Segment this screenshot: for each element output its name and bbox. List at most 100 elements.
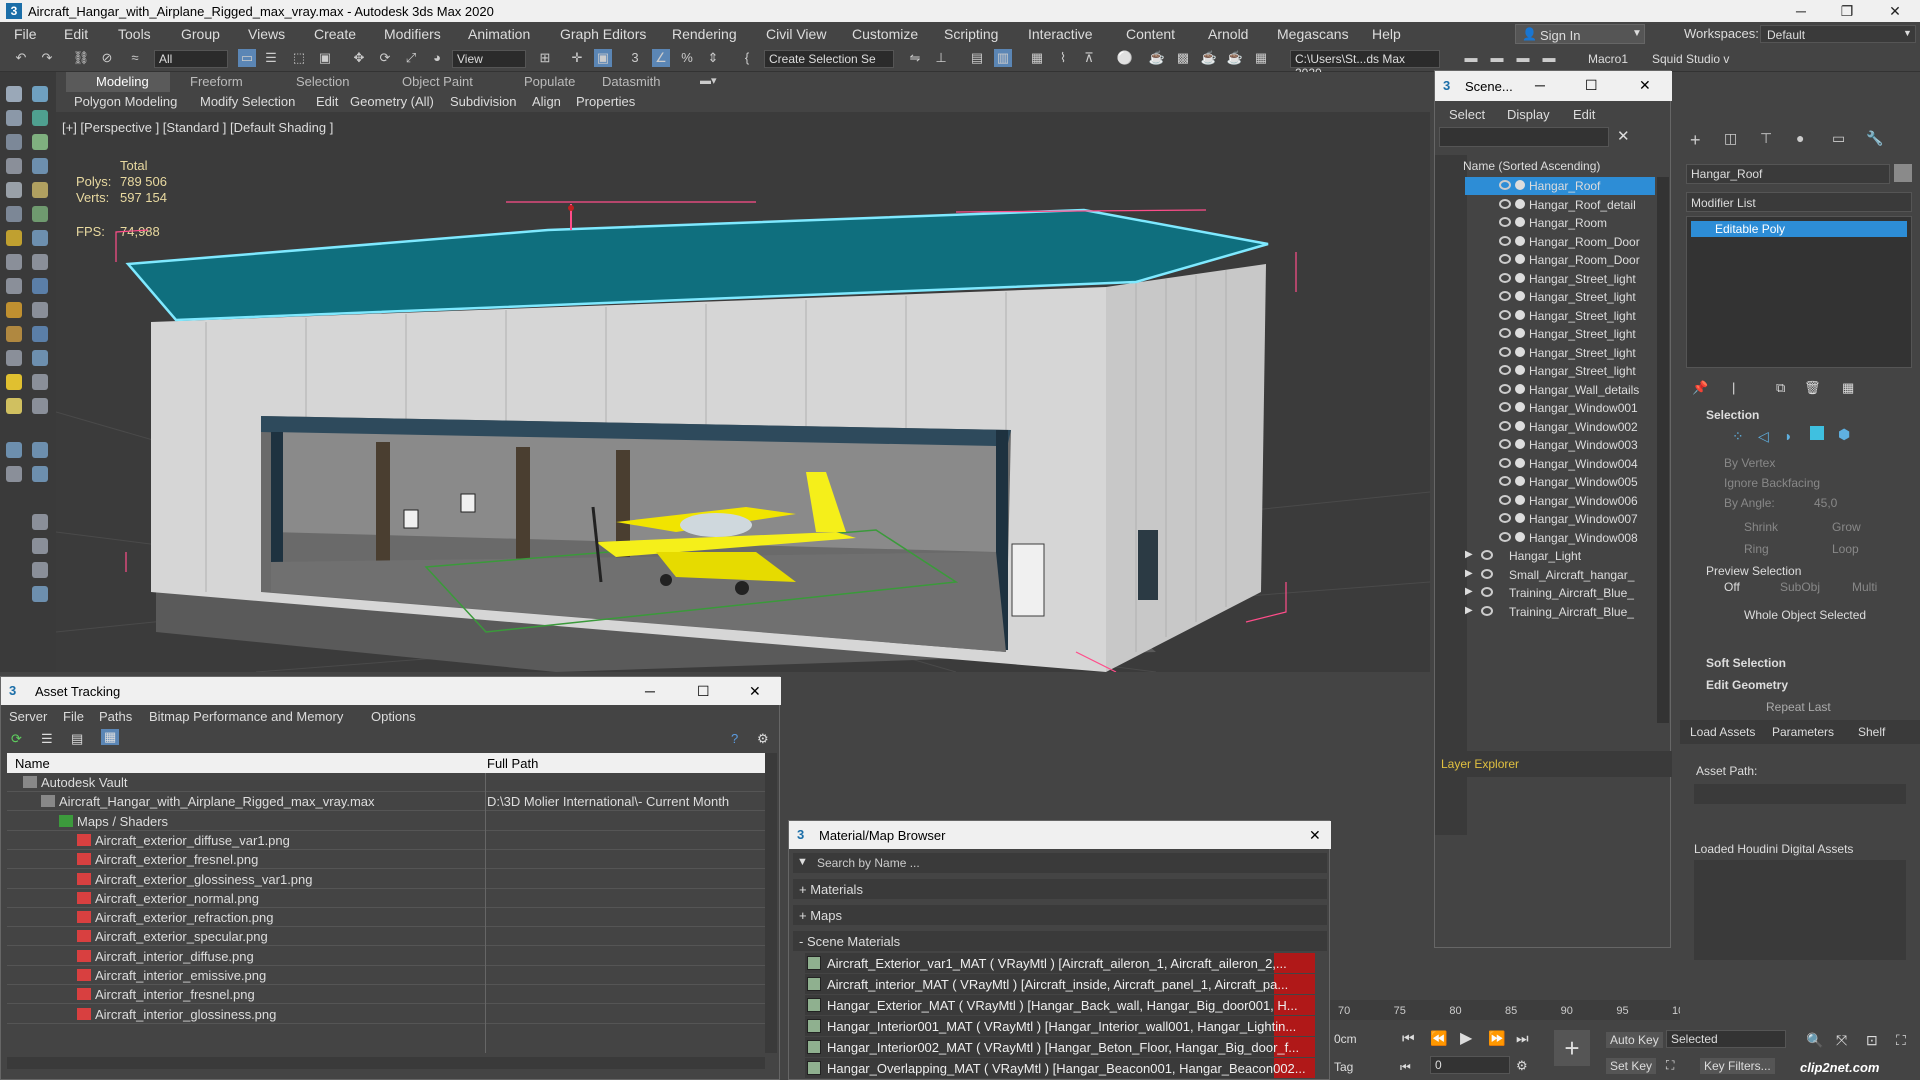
asset-row[interactable]: Aircraft_Hangar_with_Airplane_Rigged_max… xyxy=(7,792,765,812)
visibility-eye-icon[interactable] xyxy=(1499,402,1511,412)
sunlight-icon[interactable] xyxy=(6,374,22,390)
grid-view-icon[interactable]: ▦ xyxy=(101,729,120,745)
create-shape-icon[interactable] xyxy=(32,86,48,102)
freeze-dot-icon[interactable] xyxy=(1515,531,1525,542)
scene-object-row[interactable]: Hangar_Roof_detail xyxy=(1465,196,1655,214)
key-filters-button[interactable]: Key Filters... xyxy=(1700,1058,1775,1074)
select-manipulate-icon[interactable]: ✛ xyxy=(568,49,586,67)
sign-in-button[interactable]: 👤 Sign In ▼ xyxy=(1515,24,1645,44)
go-to-start-icon[interactable]: ⏮ xyxy=(1402,1030,1415,1047)
visibility-eye-icon[interactable] xyxy=(1499,309,1511,320)
minimize-icon[interactable]: ─ xyxy=(1778,0,1824,22)
move-icon[interactable]: ✥ xyxy=(350,49,368,67)
tab-datasmith[interactable]: Datasmith xyxy=(602,74,661,89)
freeze-dot-icon[interactable] xyxy=(1515,420,1525,431)
list-view-icon[interactable]: ☰ xyxy=(41,731,53,747)
capsule-icon[interactable] xyxy=(6,350,22,366)
squid-studio-button[interactable]: Squid Studio v xyxy=(1652,52,1729,66)
ring-button[interactable]: Ring xyxy=(1744,542,1769,556)
visibility-eye-icon[interactable] xyxy=(1499,180,1511,190)
motion-icon[interactable] xyxy=(6,182,22,198)
repeat-last-button[interactable]: Repeat Last xyxy=(1766,700,1831,714)
scene-scrollbar[interactable] xyxy=(1657,177,1669,723)
cylinder-icon[interactable] xyxy=(32,230,48,246)
create-tab-icon[interactable]: + xyxy=(1690,130,1701,151)
key-mode-icon[interactable]: ⏮ xyxy=(1400,1060,1411,1075)
selection-set-dropdown[interactable]: Selected xyxy=(1666,1030,1786,1048)
render-setup-icon[interactable]: ☕ xyxy=(1148,49,1166,67)
workspaces-dropdown[interactable]: Default ▼ xyxy=(1760,25,1916,43)
subtab-subdivision[interactable]: Subdivision xyxy=(450,94,517,109)
freeze-dot-icon[interactable] xyxy=(1515,291,1525,301)
scene-material-row[interactable]: Hangar_Exterior_MAT ( VRayMtl ) [Hangar_… xyxy=(805,995,1315,1015)
geosphere-icon[interactable] xyxy=(6,326,22,342)
material-search-input[interactable]: ▼ Search by Name ... xyxy=(793,853,1327,873)
preview-off-radio[interactable]: Off xyxy=(1724,580,1740,594)
freeze-dot-icon[interactable] xyxy=(1515,476,1525,486)
hierarchy-tab-icon[interactable]: ⊤ xyxy=(1760,130,1772,147)
scene-group-row[interactable]: ▶ Training_Aircraft_Blue_ xyxy=(1465,584,1655,602)
tab-selection[interactable]: Selection xyxy=(296,74,349,89)
freeze-dot-icon[interactable] xyxy=(1515,328,1525,338)
menu-create[interactable]: Create xyxy=(314,26,356,42)
omni-icon[interactable] xyxy=(32,374,48,390)
system-icon[interactable] xyxy=(6,158,22,174)
auto-key-button[interactable]: Auto Key xyxy=(1606,1032,1663,1048)
selection-filter-dropdown[interactable]: All xyxy=(154,50,228,68)
asset-row[interactable]: Aircraft_interior_emissive.png xyxy=(7,966,765,985)
scene-object-row[interactable]: Hangar_Street_light xyxy=(1465,307,1655,325)
snaps-toggle-icon[interactable]: 3 xyxy=(626,49,644,67)
spindle-icon[interactable] xyxy=(32,350,48,366)
maximize-icon[interactable]: ❐ xyxy=(1824,0,1870,22)
timeline-ruler[interactable]: 70 75 80 85 90 95 100 xyxy=(1330,1000,1680,1020)
visibility-eye-icon[interactable] xyxy=(1499,476,1511,486)
snapshot-icon[interactable] xyxy=(32,514,48,530)
preview-multi-radio[interactable]: Multi xyxy=(1852,580,1877,594)
minimize-icon[interactable]: ─ xyxy=(1535,77,1545,93)
configure-modifier-sets-icon[interactable]: ▦ xyxy=(1842,380,1854,396)
window-crossing-icon[interactable]: ▣ xyxy=(316,49,334,67)
scene-object-row[interactable]: Hangar_Window004 xyxy=(1465,455,1655,473)
scene-object-row[interactable]: Hangar_Window003 xyxy=(1465,436,1655,454)
menu-scripting[interactable]: Scripting xyxy=(944,26,998,42)
motion-tab-icon[interactable]: ● xyxy=(1796,130,1804,146)
next-frame-icon[interactable]: ⏩ xyxy=(1488,1030,1505,1047)
visibility-eye-icon[interactable] xyxy=(1481,587,1493,597)
subtab-polygon-modeling[interactable]: Polygon Modeling xyxy=(74,94,177,109)
name-column-header[interactable]: Name (Sorted Ascending) xyxy=(1463,159,1600,173)
tube-icon[interactable] xyxy=(32,302,48,318)
select-by-name-icon[interactable]: ☰ xyxy=(262,49,280,67)
select-object-icon[interactable]: ▭ xyxy=(238,49,256,67)
isolate-icon[interactable] xyxy=(6,466,22,482)
visibility-eye-icon[interactable] xyxy=(1499,217,1511,227)
scene-material-row[interactable]: Hangar_Interior001_MAT ( VRayMtl ) [Hang… xyxy=(805,1016,1315,1036)
asset-row[interactable]: Aircraft_exterior_fresnel.png xyxy=(7,850,765,870)
asset-horizontal-scrollbar[interactable] xyxy=(7,1057,765,1069)
loaded-assets-list[interactable] xyxy=(1694,860,1906,960)
maximize-icon[interactable]: ☐ xyxy=(697,683,710,700)
menu-group[interactable]: Group xyxy=(181,26,220,42)
utilities-icon[interactable] xyxy=(6,206,22,222)
plane-icon[interactable] xyxy=(6,302,22,318)
scene-menu-display[interactable]: Display xyxy=(1507,107,1550,122)
visibility-eye-icon[interactable] xyxy=(1481,550,1493,560)
freeze-icon[interactable] xyxy=(32,442,48,458)
create-camera-icon[interactable] xyxy=(32,110,48,126)
shrink-button[interactable]: Shrink xyxy=(1744,520,1778,534)
selection-rollout-title[interactable]: Selection xyxy=(1706,408,1759,422)
asset-menu-options[interactable]: Options xyxy=(371,709,416,724)
mirror-icon[interactable]: ⇋ xyxy=(906,49,924,67)
menu-views[interactable]: Views xyxy=(248,26,285,42)
new-scene-icon[interactable]: ▬ xyxy=(1514,49,1532,67)
render-activeshade-icon[interactable]: ▦ xyxy=(1252,49,1270,67)
schematic-view-icon[interactable]: ⊼ xyxy=(1080,49,1098,67)
helper-icon[interactable] xyxy=(6,134,22,150)
subtab-properties[interactable]: Properties xyxy=(576,94,635,109)
scene-object-row[interactable]: Hangar_Street_light xyxy=(1465,344,1655,362)
tab-modeling[interactable]: Modeling xyxy=(96,74,149,89)
go-to-end-icon[interactable]: ⏭ xyxy=(1516,1030,1529,1047)
rectangular-selection-icon[interactable]: ⬚ xyxy=(290,49,308,67)
menu-animation[interactable]: Animation xyxy=(468,26,530,42)
sphere-icon[interactable] xyxy=(6,230,22,246)
tab-parameters[interactable]: Parameters xyxy=(1772,725,1834,739)
